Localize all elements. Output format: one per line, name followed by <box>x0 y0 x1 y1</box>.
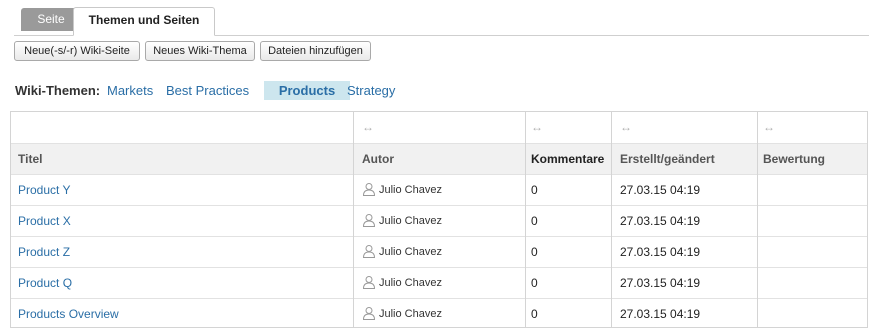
column-header-kommentare[interactable]: Kommentare <box>531 144 604 174</box>
author-cell: Julio Chavez <box>362 206 442 236</box>
page-title-link[interactable]: Product Z <box>18 237 70 267</box>
column-header-bewertung[interactable]: Bewertung <box>763 144 825 174</box>
resize-handle-icon[interactable]: ↔ <box>620 112 632 143</box>
author-name: Julio Chavez <box>379 215 442 227</box>
author-cell: Julio Chavez <box>362 175 442 205</box>
column-header-titel[interactable]: Titel <box>18 144 42 174</box>
wiki-topics-label: Wiki-Themen: <box>15 83 101 98</box>
table-row: Product Z Julio Chavez 0 27.03.15 04:19 <box>11 236 867 267</box>
comments-count: 0 <box>531 245 538 259</box>
topic-link-strategy[interactable]: Strategy <box>347 82 395 100</box>
comments-count: 0 <box>531 183 538 197</box>
resize-handle-icon[interactable]: ↔ <box>362 112 374 143</box>
table-row: Product Q Julio Chavez 0 27.03.15 04:19 <box>11 267 867 298</box>
add-files-button[interactable]: Dateien hinzufügen <box>260 41 371 61</box>
table-row: Product Y Julio Chavez 0 27.03.15 04:19 <box>11 174 867 205</box>
column-divider <box>353 112 354 327</box>
topic-link-markets[interactable]: Markets <box>107 82 153 100</box>
author-name: Julio Chavez <box>379 308 442 320</box>
page-title-link[interactable]: Product Y <box>18 175 70 205</box>
page-title-link[interactable]: Product Q <box>18 268 72 298</box>
resize-handle-icon[interactable]: ↔ <box>531 112 543 143</box>
column-divider <box>525 112 526 327</box>
user-icon <box>362 245 376 258</box>
modified-date: 27.03.15 04:19 <box>620 276 701 290</box>
column-header-erstellt[interactable]: Erstellt/geändert <box>620 144 715 174</box>
author-name: Julio Chavez <box>379 184 442 196</box>
author-cell: Julio Chavez <box>362 299 442 329</box>
topic-link-products-active[interactable]: Products <box>264 81 350 100</box>
column-resize-row: ↔ ↔ ↔ ↔ <box>11 112 867 143</box>
modified-date: 27.03.15 04:19 <box>620 214 701 228</box>
page-title-link[interactable]: Product X <box>18 206 71 236</box>
table-header-row: Titel Autor Kommentare Erstellt/geändert… <box>11 143 867 174</box>
user-icon <box>362 276 376 289</box>
author-cell: Julio Chavez <box>362 237 442 267</box>
resize-handle-icon[interactable]: ↔ <box>763 112 775 143</box>
column-header-autor[interactable]: Autor <box>362 144 394 174</box>
modified-date: 27.03.15 04:19 <box>620 245 701 259</box>
table-row: Products Overview Julio Chavez 0 27.03.1… <box>11 298 867 329</box>
modified-date: 27.03.15 04:19 <box>620 307 701 321</box>
pages-table: ↔ ↔ ↔ ↔ Titel Autor Kommentare Erstellt/… <box>10 111 868 328</box>
new-wiki-page-button[interactable]: Neue(-s/-r) Wiki-Seite <box>14 41 140 61</box>
page-title-link[interactable]: Products Overview <box>18 299 119 329</box>
user-icon <box>362 183 376 196</box>
author-cell: Julio Chavez <box>362 268 442 298</box>
column-divider <box>757 112 758 327</box>
author-name: Julio Chavez <box>379 277 442 289</box>
tab-bar: Seite Themen und Seiten <box>14 7 869 36</box>
topic-link-best-practices[interactable]: Best Practices <box>166 82 249 100</box>
new-wiki-topic-button[interactable]: Neues Wiki-Thema <box>145 41 255 61</box>
user-icon <box>362 307 376 320</box>
tab-themen-und-seiten[interactable]: Themen und Seiten <box>73 7 215 36</box>
author-name: Julio Chavez <box>379 246 442 258</box>
user-icon <box>362 214 376 227</box>
modified-date: 27.03.15 04:19 <box>620 183 701 197</box>
comments-count: 0 <box>531 214 538 228</box>
comments-count: 0 <box>531 307 538 321</box>
column-divider <box>611 112 612 327</box>
comments-count: 0 <box>531 276 538 290</box>
table-row: Product X Julio Chavez 0 27.03.15 04:19 <box>11 205 867 236</box>
tab-seite[interactable]: Seite <box>21 8 81 31</box>
